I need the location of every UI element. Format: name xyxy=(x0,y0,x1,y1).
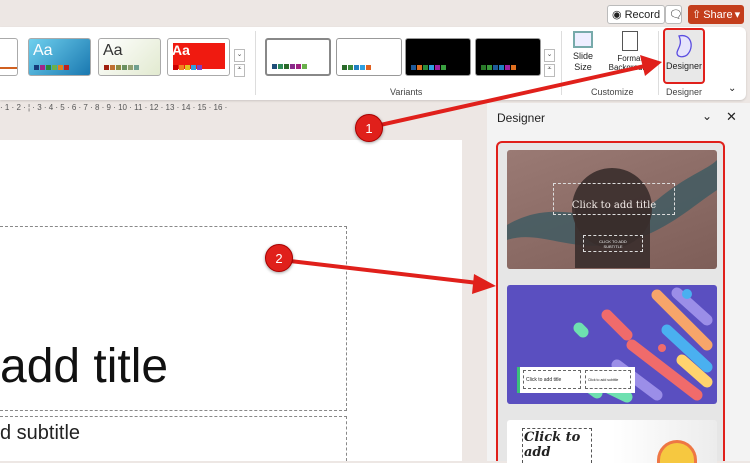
callout-badge-1: 1 xyxy=(355,114,383,142)
callout-badge-2: 2 xyxy=(265,244,293,272)
annotation-arrows xyxy=(289,55,662,294)
